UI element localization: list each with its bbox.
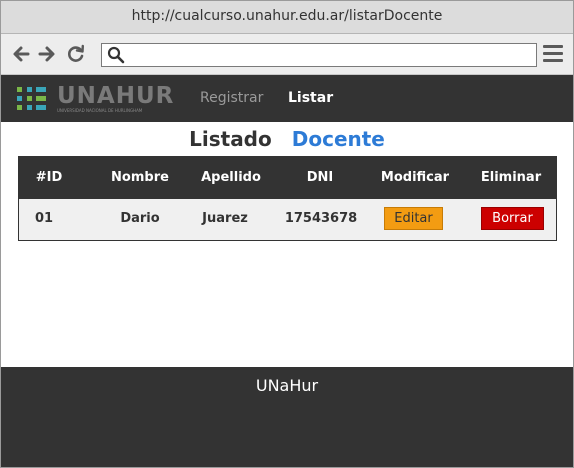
site-footer: UNaHur <box>1 367 573 467</box>
cell-apellido: Juarez <box>202 211 248 226</box>
reload-icon[interactable] <box>66 44 86 64</box>
browser-toolbar <box>1 34 573 75</box>
logo-text: UNAHUR <box>57 83 175 109</box>
browser-title-bar: http://cualcurso.unahur.edu.ar/listarDoc… <box>1 1 573 34</box>
page-title-listado: Listado <box>189 127 272 151</box>
header-id: #ID <box>35 170 63 185</box>
page-title: Listado Docente <box>1 127 573 151</box>
nav-link-listar[interactable]: Listar <box>288 90 333 106</box>
header-nombre: Nombre <box>111 170 169 185</box>
address-bar[interactable] <box>101 43 537 67</box>
header-modificar: Modificar <box>380 170 450 185</box>
back-arrow-icon[interactable] <box>11 44 31 64</box>
forward-arrow-icon[interactable] <box>37 44 57 64</box>
logo-subtext: UNIVERSIDAD NACIONAL DE HURLINGHAM <box>57 108 143 113</box>
site-navbar: UNAHUR UNIVERSIDAD NACIONAL DE HURLINGHA… <box>1 75 573 122</box>
nav-link-registrar[interactable]: Registrar <box>200 90 263 106</box>
cell-dni: 17543678 <box>284 211 358 226</box>
header-dni: DNI <box>306 170 334 185</box>
hamburger-menu-icon[interactable] <box>543 45 563 63</box>
edit-button[interactable]: Editar <box>384 207 443 230</box>
cell-nombre: Dario <box>120 211 160 226</box>
cell-id: 01 <box>34 211 54 226</box>
footer-text: UNaHur <box>255 376 319 395</box>
delete-button[interactable]: Borrar <box>481 207 544 230</box>
page-title-docente: Docente <box>291 127 385 151</box>
search-icon <box>107 46 125 64</box>
unahur-logo[interactable]: UNAHUR UNIVERSIDAD NACIONAL DE HURLINGHA… <box>17 83 173 114</box>
table-row: 01 Dario Juarez 17543678 Editar Borrar <box>19 199 556 240</box>
header-eliminar: Eliminar <box>480 170 542 185</box>
table-header-row: #ID Nombre Apellido DNI Modificar Elimin… <box>19 157 556 199</box>
header-apellido: Apellido <box>201 170 261 185</box>
docentes-table: #ID Nombre Apellido DNI Modificar Elimin… <box>18 156 557 241</box>
browser-window: http://cualcurso.unahur.edu.ar/listarDoc… <box>0 0 574 468</box>
window-title-url: http://cualcurso.unahur.edu.ar/listarDoc… <box>131 8 443 24</box>
